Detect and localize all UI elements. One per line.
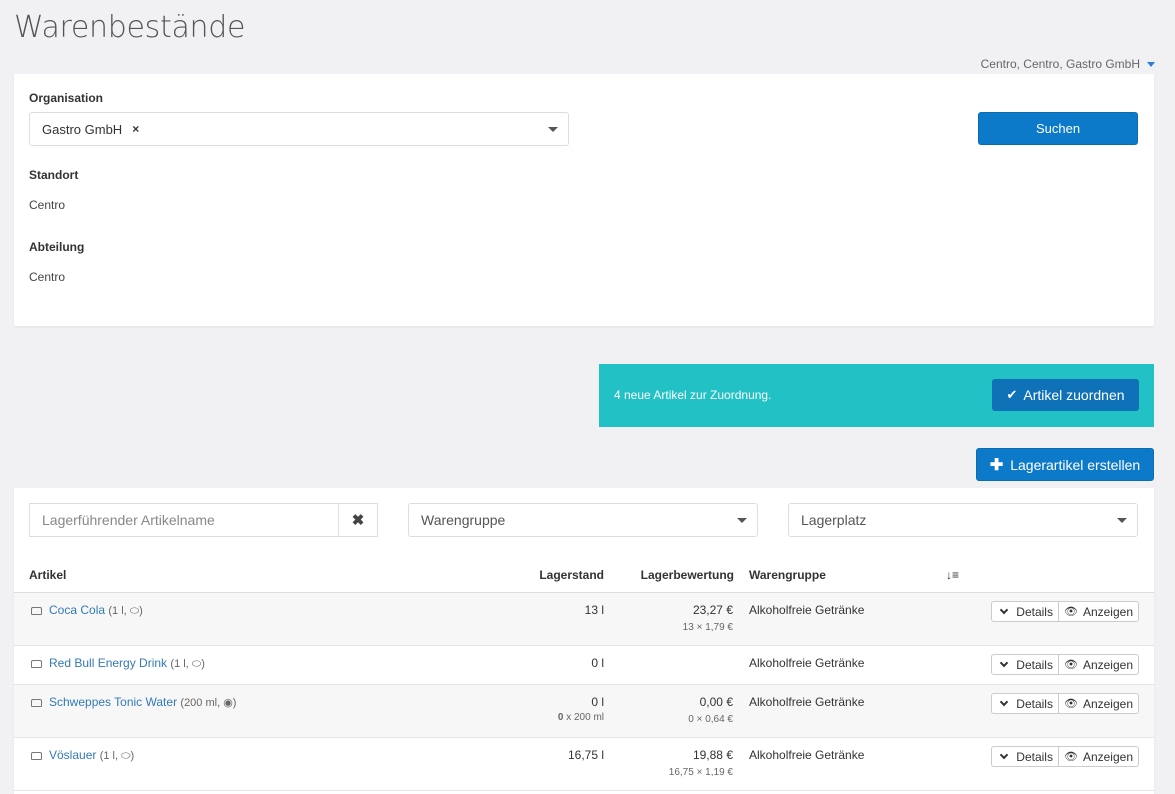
warengruppe-value: Alkoholfreie Getränke — [749, 656, 865, 670]
lagerplatz-placeholder: Lagerplatz — [801, 512, 867, 528]
table-row: Red Bull Energy Drink (1 l, ⬭) 0 l Alkohol… — [14, 646, 1154, 685]
table-row: Coca Cola (1 l, ⬭) 13 l 23,27 €13 × 1,79 €… — [14, 593, 1154, 646]
lagerstand-value: 0 l — [591, 656, 604, 670]
view-label: Anzeigen — [1082, 657, 1133, 672]
column-header-lagerbewertung[interactable]: Lagerbewertung — [614, 568, 734, 582]
view-label: Anzeigen — [1082, 749, 1133, 764]
create-stock-article-button[interactable]: ✚ Lagerartikel erstellen — [976, 448, 1154, 481]
caret-down-icon — [1147, 61, 1155, 67]
lagerbewertung-value: 19,88 € — [692, 748, 733, 762]
org-switcher[interactable]: Centro, Centro, Gastro GmbH — [981, 57, 1155, 71]
row-actions: Details 👁 Anzeigen — [991, 601, 1139, 622]
eye-icon: 👁 — [1063, 606, 1078, 618]
search-button[interactable]: Suchen — [978, 112, 1138, 145]
details-label: Details — [1016, 696, 1053, 711]
article-meta: (200 ml, ◉) — [180, 697, 237, 709]
lagerbewertung-value: 23,27 € — [692, 603, 733, 617]
row-actions: Details 👁 Anzeigen — [991, 654, 1139, 675]
details-label: Details — [1016, 657, 1053, 672]
standort-label: Standort — [29, 168, 79, 182]
clear-search-icon[interactable]: ✖ — [338, 503, 378, 537]
column-header-lagerstand[interactable]: Lagerstand — [434, 568, 604, 582]
article-link[interactable]: Schweppes Tonic Water — [49, 695, 177, 709]
chevron-down-icon — [1117, 518, 1127, 523]
inbox-icon — [31, 699, 42, 707]
warengruppe-select[interactable]: Warengruppe — [408, 503, 758, 537]
details-button[interactable]: Details — [991, 601, 1058, 622]
abteilung-value: Centro — [29, 270, 66, 284]
row-actions: Details 👁 Anzeigen — [991, 746, 1139, 767]
warengruppe-value: Alkoholfreie Getränke — [749, 695, 865, 709]
details-label: Details — [1016, 604, 1053, 619]
view-label: Anzeigen — [1082, 604, 1133, 619]
chevron-down-icon — [737, 518, 747, 523]
row-actions: Details 👁 Anzeigen — [991, 693, 1139, 714]
plus-icon: ✚ — [989, 456, 1004, 474]
article-name-search-input[interactable]: Lagerführender Artikelname — [29, 503, 354, 537]
inbox-icon — [31, 607, 42, 615]
view-button[interactable]: 👁 Anzeigen — [1057, 693, 1139, 714]
article-meta: (1 l, ⬭) — [170, 658, 205, 670]
check-icon: ✔ — [1006, 387, 1018, 402]
details-button[interactable]: Details — [991, 654, 1058, 675]
eye-icon: 👁 — [1063, 751, 1078, 763]
inbox-icon — [31, 752, 42, 760]
stock-table-panel: Lagerführender Artikelname ✖ Warengruppe… — [14, 488, 1154, 794]
alert-text: 4 neue Artikel zur Zuordnung. — [614, 388, 772, 402]
chevron-down-icon — [1000, 750, 1009, 760]
lagerbewertung-sub: 16,75 × 1,19 € — [668, 767, 733, 778]
warengruppe-value: Alkoholfreie Getränke — [749, 748, 865, 762]
lagerplatz-select[interactable]: Lagerplatz — [788, 503, 1138, 537]
assignment-alert: 4 neue Artikel zur Zuordnung. ✔ Artikel … — [599, 364, 1154, 427]
column-header-artikel[interactable]: Artikel — [29, 568, 66, 582]
article-meta: (1 l, ⬭) — [99, 750, 135, 762]
view-button[interactable]: 👁 Anzeigen — [1057, 601, 1139, 622]
assign-articles-button[interactable]: ✔ Artikel zuordnen — [992, 379, 1139, 411]
article-link[interactable]: Red Bull Energy Drink — [49, 656, 167, 670]
remove-tag-icon[interactable]: × — [132, 122, 139, 136]
view-label: Anzeigen — [1082, 696, 1133, 711]
page-title: Warenbestände — [14, 10, 246, 45]
assign-articles-label: Artikel zuordnen — [1023, 387, 1125, 403]
table-row: Schweppes Tonic Water (200 ml, ◉) 0 l0 x … — [14, 685, 1154, 738]
chevron-down-icon — [1000, 658, 1009, 668]
view-button[interactable]: 👁 Anzeigen — [1057, 746, 1139, 767]
table-row: Vöslauer (1 l, ⬭) 16,75 l 19,88 €16,75 × 1… — [14, 738, 1154, 791]
warengruppe-placeholder: Warengruppe — [421, 512, 506, 528]
article-link[interactable]: Coca Cola — [49, 603, 105, 617]
column-header-warengruppe[interactable]: Warengruppe — [749, 568, 826, 582]
chevron-down-icon — [1000, 697, 1009, 707]
details-label: Details — [1016, 749, 1053, 764]
eye-icon: 👁 — [1063, 659, 1078, 671]
details-button[interactable]: Details — [991, 693, 1058, 714]
inbox-icon — [31, 660, 42, 668]
lagerbewertung-sub: 13 × 1,79 € — [682, 622, 733, 633]
lagerbewertung-sub: 0 × 0,64 € — [688, 714, 733, 725]
org-switcher-label: Centro, Centro, Gastro GmbH — [980, 57, 1140, 71]
standort-value: Centro — [29, 198, 66, 212]
create-stock-article-label: Lagerartikel erstellen — [1010, 456, 1141, 473]
warengruppe-value: Alkoholfreie Getränke — [749, 603, 865, 617]
details-button[interactable]: Details — [991, 746, 1058, 767]
chevron-down-icon — [1000, 605, 1009, 615]
abteilung-label: Abteilung — [29, 240, 85, 254]
article-link[interactable]: Vöslauer — [49, 748, 96, 762]
chevron-down-icon — [548, 127, 558, 132]
view-button[interactable]: 👁 Anzeigen — [1057, 654, 1139, 675]
lagerbewertung-value: 0,00 € — [699, 695, 733, 709]
organisation-label: Organisation — [29, 91, 104, 105]
sort-icon[interactable]: ↓≡ — [946, 568, 959, 582]
organisation-select[interactable]: Gastro GmbH × — [29, 112, 569, 146]
organisation-selected-tag: Gastro GmbH — [42, 121, 123, 137]
eye-icon: 👁 — [1063, 698, 1078, 710]
filter-panel: Organisation Gastro GmbH × Suchen Stando… — [14, 74, 1154, 326]
article-meta: (1 l, ⬭) — [108, 605, 143, 617]
